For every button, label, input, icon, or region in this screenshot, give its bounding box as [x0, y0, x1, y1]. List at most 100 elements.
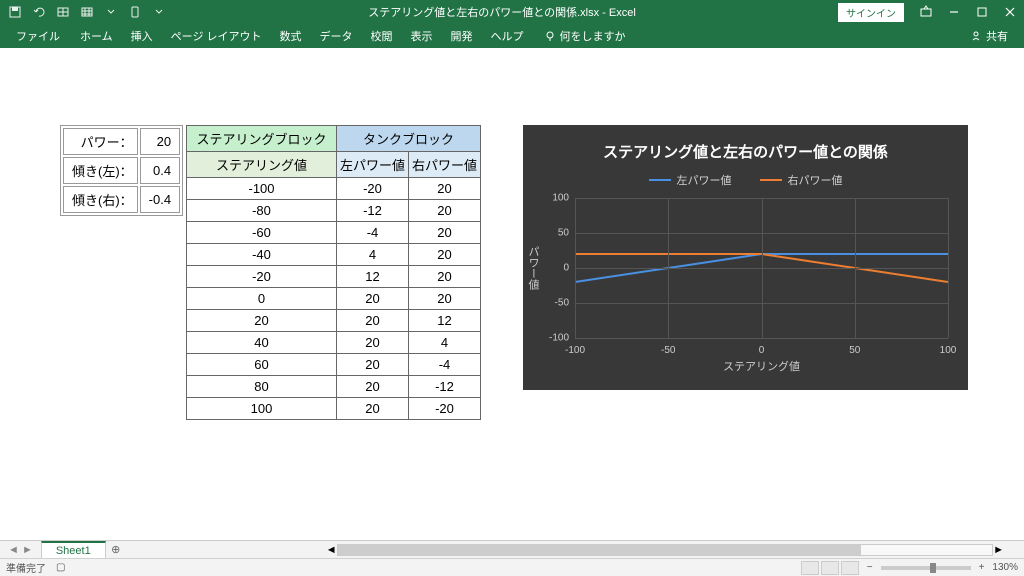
- cell[interactable]: 20: [187, 310, 337, 332]
- table-row[interactable]: -40420: [187, 244, 481, 266]
- param-power-label[interactable]: パワー：: [63, 128, 138, 155]
- cell[interactable]: -20: [409, 398, 481, 420]
- cell[interactable]: 20: [337, 354, 409, 376]
- zoom-level[interactable]: 130%: [992, 562, 1018, 573]
- chart[interactable]: ステアリング値と左右のパワー値との関係 左パワー値 右パワー値 パワー値 ステア…: [523, 125, 968, 390]
- table2-icon[interactable]: [80, 5, 94, 19]
- minimize-button[interactable]: [940, 0, 968, 24]
- add-sheet-button[interactable]: ⊕: [106, 543, 126, 556]
- param-tilt-left-label[interactable]: 傾き(左)：: [63, 157, 138, 184]
- horizontal-scrollbar[interactable]: ◄ ►: [326, 544, 1004, 556]
- cell[interactable]: 20: [409, 200, 481, 222]
- table-row[interactable]: 40204: [187, 332, 481, 354]
- tell-me-search[interactable]: 何をしますか: [544, 28, 626, 44]
- scroll-right-icon[interactable]: ►: [993, 544, 1004, 556]
- cell[interactable]: 20: [337, 288, 409, 310]
- subheader-right[interactable]: 右パワー値: [409, 152, 481, 178]
- cell[interactable]: -12: [409, 376, 481, 398]
- chevron-down-icon[interactable]: [104, 5, 118, 19]
- subheader-left[interactable]: 左パワー値: [337, 152, 409, 178]
- cell[interactable]: 4: [337, 244, 409, 266]
- close-button[interactable]: [996, 0, 1024, 24]
- cell[interactable]: 80: [187, 376, 337, 398]
- cell[interactable]: 60: [187, 354, 337, 376]
- tab-review[interactable]: 校閲: [363, 24, 401, 48]
- cell[interactable]: -12: [337, 200, 409, 222]
- cell[interactable]: 20: [409, 266, 481, 288]
- cell[interactable]: 20: [409, 222, 481, 244]
- param-tilt-right-value[interactable]: -0.4: [140, 186, 180, 213]
- cell[interactable]: 20: [409, 288, 481, 310]
- cell[interactable]: 20: [409, 244, 481, 266]
- tab-data[interactable]: データ: [312, 24, 361, 48]
- zoom-handle[interactable]: [930, 563, 936, 573]
- tab-layout[interactable]: ページ レイアウト: [163, 24, 270, 48]
- cell[interactable]: 12: [337, 266, 409, 288]
- cell[interactable]: 20: [337, 398, 409, 420]
- workspace[interactable]: パワー：20 傾き(左)：0.4 傾き(右)：-0.4 ステアリングブロック タ…: [0, 48, 1024, 540]
- undo-icon[interactable]: [32, 5, 46, 19]
- sheet-nav-arrows[interactable]: ◄ ►: [0, 544, 41, 556]
- cell[interactable]: -60: [187, 222, 337, 244]
- table-row[interactable]: -80-1220: [187, 200, 481, 222]
- subheader-steering[interactable]: ステアリング値: [187, 152, 337, 178]
- ribbon-options-icon[interactable]: [912, 0, 940, 24]
- zoom-out-button[interactable]: −: [867, 562, 873, 573]
- sheet-tab[interactable]: Sheet1: [41, 541, 106, 559]
- touch-icon[interactable]: [128, 5, 142, 19]
- cell[interactable]: -80: [187, 200, 337, 222]
- cell[interactable]: 20: [337, 310, 409, 332]
- chevron-down-icon[interactable]: [152, 5, 166, 19]
- scroll-left-icon[interactable]: ◄: [326, 544, 337, 556]
- param-tilt-left-value[interactable]: 0.4: [140, 157, 180, 184]
- cell[interactable]: -40: [187, 244, 337, 266]
- cell[interactable]: 12: [409, 310, 481, 332]
- table-row[interactable]: -201220: [187, 266, 481, 288]
- tab-dev[interactable]: 開発: [443, 24, 481, 48]
- cell[interactable]: 4: [409, 332, 481, 354]
- param-tilt-right-label[interactable]: 傾き(右)：: [63, 186, 138, 213]
- table-row[interactable]: 10020-20: [187, 398, 481, 420]
- cell[interactable]: -100: [187, 178, 337, 200]
- cell[interactable]: 20: [409, 178, 481, 200]
- share-button[interactable]: 共有: [960, 28, 1018, 44]
- tab-insert[interactable]: 挿入: [123, 24, 161, 48]
- tab-view[interactable]: 表示: [403, 24, 441, 48]
- tab-formulas[interactable]: 数式: [272, 24, 310, 48]
- table-icon[interactable]: [56, 5, 70, 19]
- cell[interactable]: -4: [409, 354, 481, 376]
- cell[interactable]: 20: [337, 376, 409, 398]
- save-icon[interactable]: [8, 5, 22, 19]
- maximize-button[interactable]: [968, 0, 996, 24]
- cell[interactable]: -20: [187, 266, 337, 288]
- param-power-value[interactable]: 20: [140, 128, 180, 155]
- view-break-button[interactable]: [841, 561, 859, 575]
- scroll-thumb[interactable]: [338, 545, 862, 555]
- cell[interactable]: 40: [187, 332, 337, 354]
- tab-home[interactable]: ホーム: [72, 24, 121, 48]
- header-tank-block[interactable]: タンクブロック: [337, 126, 481, 152]
- cell[interactable]: 0: [187, 288, 337, 310]
- tab-file[interactable]: ファイル: [6, 24, 70, 48]
- zoom-slider[interactable]: [881, 566, 971, 570]
- table-row[interactable]: 8020-12: [187, 376, 481, 398]
- cell[interactable]: -4: [337, 222, 409, 244]
- cell[interactable]: 100: [187, 398, 337, 420]
- header-steering-block[interactable]: ステアリングブロック: [187, 126, 337, 152]
- macro-icon[interactable]: ▢: [56, 562, 65, 573]
- scroll-track[interactable]: [337, 544, 994, 556]
- params-table[interactable]: パワー：20 傾き(左)：0.4 傾き(右)：-0.4: [60, 125, 183, 216]
- zoom-in-button[interactable]: +: [979, 562, 985, 573]
- cell[interactable]: -20: [337, 178, 409, 200]
- table-row[interactable]: -100-2020: [187, 178, 481, 200]
- table-row[interactable]: 6020-4: [187, 354, 481, 376]
- data-table[interactable]: ステアリングブロック タンクブロック ステアリング値 左パワー値 右パワー値 -…: [186, 125, 481, 420]
- table-row[interactable]: 202012: [187, 310, 481, 332]
- table-row[interactable]: -60-420: [187, 222, 481, 244]
- view-layout-button[interactable]: [821, 561, 839, 575]
- tab-help[interactable]: ヘルプ: [483, 24, 532, 48]
- cell[interactable]: 20: [337, 332, 409, 354]
- table-row[interactable]: 02020: [187, 288, 481, 310]
- signin-badge[interactable]: サインイン: [838, 3, 904, 22]
- view-normal-button[interactable]: [801, 561, 819, 575]
